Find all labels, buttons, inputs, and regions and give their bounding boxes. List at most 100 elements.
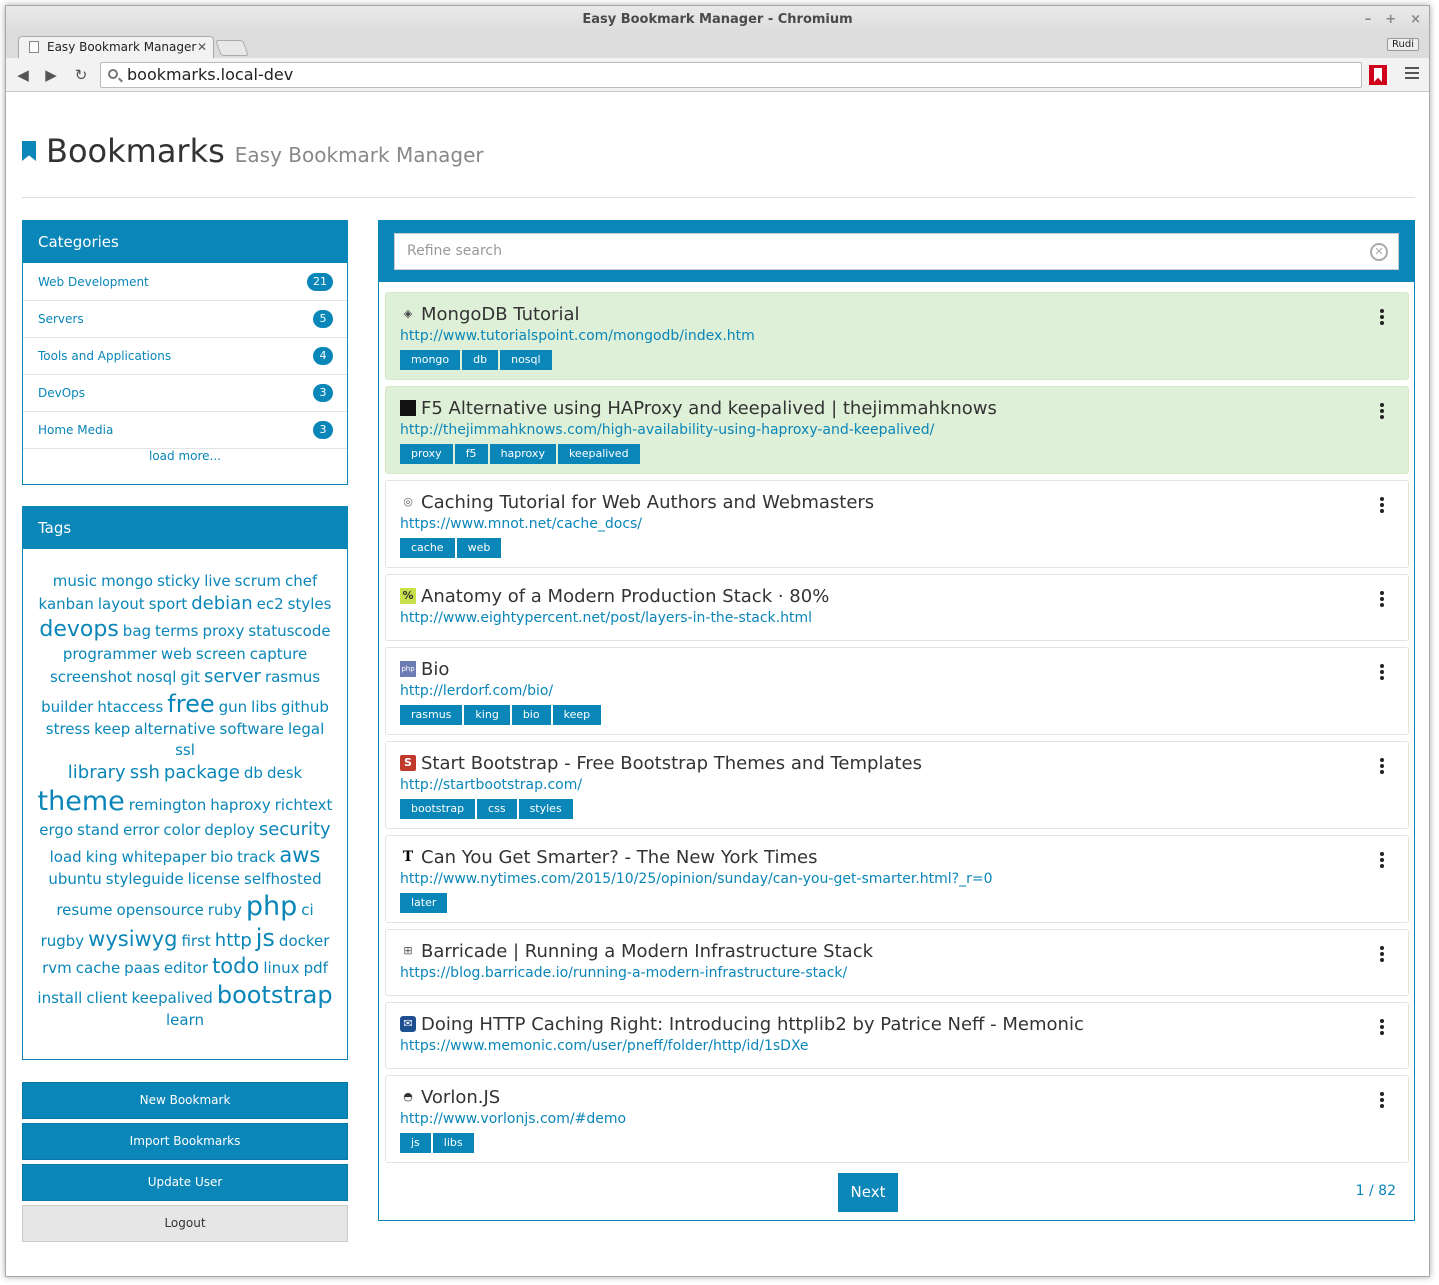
tag-link[interactable]: nosql — [136, 670, 176, 685]
tag-link[interactable]: js — [256, 926, 275, 950]
bookmark-tag[interactable]: proxy — [400, 444, 453, 464]
tag-link[interactable]: color — [163, 823, 200, 838]
bookmark-title[interactable]: T Can You Get Smarter? - The New York Tim… — [400, 846, 1394, 868]
tag-link[interactable]: kanban — [39, 597, 94, 612]
tag-link[interactable]: library — [68, 764, 126, 782]
bookmark-item[interactable]: ✉ Doing HTTP Caching Right: Introducing h… — [385, 1002, 1409, 1069]
tag-link[interactable]: legal — [288, 722, 324, 737]
tag-link[interactable]: debian — [191, 595, 252, 613]
category-item[interactable]: Tools and Applications 4 — [23, 337, 347, 374]
more-options-icon[interactable] — [1380, 403, 1384, 421]
tag-link[interactable]: http — [215, 932, 252, 950]
tag-link[interactable]: screen — [196, 647, 246, 662]
tag-link[interactable]: rasmus — [265, 670, 320, 685]
new-bookmark-button[interactable]: New Bookmark — [22, 1082, 348, 1119]
bookmark-url-link[interactable]: http://www.nytimes.com/2015/10/25/opinio… — [400, 871, 1394, 891]
bookmark-title[interactable]: F5 Alternative using HAProxy and keepali… — [400, 397, 1394, 419]
bookmark-title[interactable]: ◎ Caching Tutorial for Web Authors and We… — [400, 491, 1394, 513]
more-options-icon[interactable] — [1380, 946, 1384, 964]
tag-link[interactable]: opensource — [117, 903, 204, 918]
next-page-button[interactable]: Next — [838, 1173, 898, 1212]
bookmark-extension-icon[interactable] — [1369, 65, 1387, 85]
menu-icon[interactable] — [1405, 67, 1419, 81]
tag-link[interactable]: keep — [94, 722, 130, 737]
tag-link[interactable]: github — [281, 700, 329, 715]
tag-link[interactable]: pdf — [304, 961, 328, 976]
bookmark-tag[interactable]: cache — [400, 538, 455, 558]
tag-link[interactable]: live — [204, 574, 230, 589]
tag-link[interactable]: remington — [129, 798, 206, 813]
bookmark-title[interactable]: ✉ Doing HTTP Caching Right: Introducing h… — [400, 1013, 1394, 1035]
load-more-link[interactable]: load more... — [23, 448, 347, 485]
tag-link[interactable]: software — [220, 722, 284, 737]
tag-link[interactable]: ec2 — [257, 597, 284, 612]
tag-link[interactable]: whitepaper — [122, 850, 207, 865]
category-item[interactable]: Web Development 21 — [23, 263, 347, 300]
bookmark-tag[interactable]: haproxy — [489, 444, 556, 464]
bookmark-item[interactable]: ◈ MongoDB Tutorial http://www.tutorialspoi… — [385, 292, 1409, 380]
tag-link[interactable]: track — [237, 850, 275, 865]
bookmark-url-link[interactable]: https://blog.barricade.io/running-a-mode… — [400, 965, 1394, 985]
bookmark-tag[interactable]: keep — [552, 705, 602, 725]
bookmark-url-link[interactable]: http://startbootstrap.com/ — [400, 777, 1394, 797]
more-options-icon[interactable] — [1380, 591, 1384, 609]
more-options-icon[interactable] — [1380, 1019, 1384, 1037]
category-item[interactable]: Home Media 3 — [23, 411, 347, 448]
more-options-icon[interactable] — [1380, 1092, 1384, 1110]
bookmark-tag[interactable]: libs — [432, 1133, 474, 1153]
bookmark-item[interactable]: F5 Alternative using HAProxy and keepali… — [385, 386, 1409, 474]
tag-link[interactable]: rvm — [42, 961, 72, 976]
more-options-icon[interactable] — [1380, 758, 1384, 776]
tag-link[interactable]: statuscode — [248, 624, 330, 639]
bookmark-item[interactable]: ⊞ Barricade | Running a Modern Infrastruc… — [385, 929, 1409, 996]
bookmark-url-link[interactable]: http://thejimmahknows.com/high-availabil… — [400, 422, 1394, 442]
bookmark-tag[interactable]: keepalived — [557, 444, 640, 464]
bookmark-tag[interactable]: mongo — [400, 350, 461, 370]
more-options-icon[interactable] — [1380, 664, 1384, 682]
bookmark-tag[interactable]: js — [400, 1133, 431, 1153]
tag-link[interactable]: chef — [285, 574, 317, 589]
tag-link[interactable]: cache — [76, 961, 120, 976]
tag-link[interactable]: programmer — [63, 647, 157, 662]
tag-link[interactable]: ci — [301, 903, 313, 918]
bookmark-url-link[interactable]: http://lerdorf.com/bio/ — [400, 683, 1394, 703]
reload-icon[interactable]: ↻ — [70, 64, 92, 86]
tag-link[interactable]: sticky — [157, 574, 200, 589]
category-item[interactable]: Servers 5 — [23, 300, 347, 337]
bookmark-tag[interactable]: db — [462, 350, 499, 370]
bookmark-title[interactable]: S Start Bootstrap - Free Bootstrap Themes… — [400, 752, 1394, 774]
tag-link[interactable]: sport — [149, 597, 188, 612]
tag-link[interactable]: first — [181, 934, 210, 949]
browser-tab[interactable]: Easy Bookmark Manager ✕ — [18, 36, 214, 58]
tag-link[interactable]: linux — [263, 961, 299, 976]
tag-link[interactable]: theme — [38, 788, 125, 815]
bookmark-tag[interactable]: css — [477, 799, 517, 819]
tag-link[interactable]: server — [204, 668, 261, 686]
tag-link[interactable]: paas — [124, 961, 160, 976]
tag-link[interactable]: rugby — [41, 934, 85, 949]
tag-link[interactable]: stress — [46, 722, 90, 737]
tag-link[interactable]: htaccess — [97, 700, 163, 715]
tag-link[interactable]: db — [244, 766, 263, 781]
tag-link[interactable]: wysiwyg — [88, 929, 177, 950]
refine-search-input[interactable]: Refine search ✕ — [394, 233, 1399, 270]
bookmark-item[interactable]: S Start Bootstrap - Free Bootstrap Themes… — [385, 741, 1409, 829]
tag-link[interactable]: load — [50, 850, 82, 865]
tag-link[interactable]: richtext — [275, 798, 333, 813]
tag-link[interactable]: desk — [267, 766, 302, 781]
close-window-button[interactable]: × — [1410, 6, 1421, 34]
address-bar[interactable]: bookmarks.local-dev — [100, 62, 1362, 88]
more-options-icon[interactable] — [1380, 309, 1384, 327]
tag-link[interactable]: screenshot — [50, 670, 132, 685]
bookmark-title[interactable]: ◓ Vorlon.JS — [400, 1086, 1394, 1108]
tag-link[interactable]: styles — [288, 597, 332, 612]
tag-link[interactable]: terms — [155, 624, 198, 639]
tag-link[interactable]: editor — [164, 961, 208, 976]
category-item[interactable]: DevOps 3 — [23, 374, 347, 411]
profile-button[interactable]: Rudi — [1387, 38, 1419, 51]
tag-link[interactable]: install — [37, 991, 82, 1006]
more-options-icon[interactable] — [1380, 497, 1384, 515]
tag-link[interactable]: libs — [251, 700, 277, 715]
bookmark-tag[interactable]: nosql — [500, 350, 552, 370]
bookmark-title[interactable]: php Bio — [400, 658, 1394, 680]
